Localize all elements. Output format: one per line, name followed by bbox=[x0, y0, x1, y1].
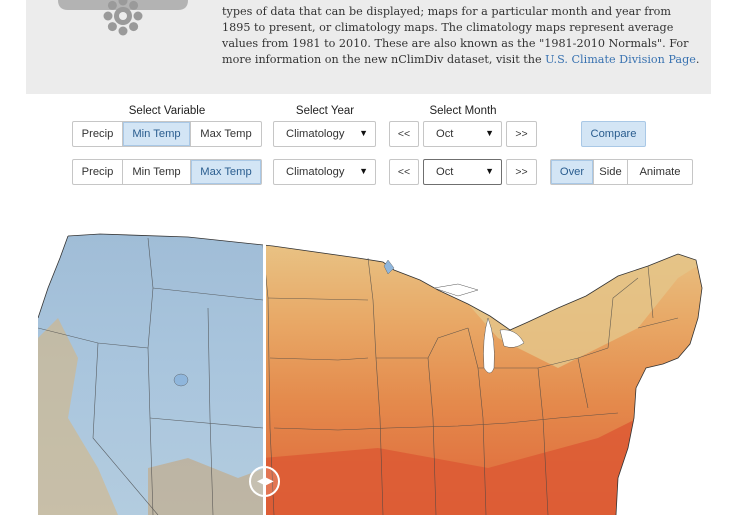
select-variable-label: Select Variable bbox=[128, 105, 206, 117]
year-select-top[interactable]: Climatology ▼ bbox=[273, 121, 376, 147]
year-select-value: Climatology bbox=[286, 128, 345, 140]
next-month-button[interactable]: >> bbox=[506, 159, 537, 185]
precip-option[interactable]: Precip bbox=[73, 160, 123, 184]
caret-down-icon: ▼ bbox=[485, 166, 494, 176]
month-select-value: Oct bbox=[436, 128, 454, 140]
side-mode-option[interactable]: Side bbox=[594, 160, 628, 184]
compare-mode-selector: Over Side Animate bbox=[550, 159, 693, 185]
snowflake-cloud-icon bbox=[58, 0, 188, 36]
animate-mode-option[interactable]: Animate bbox=[628, 160, 692, 184]
arrow-left-icon: ◀ bbox=[257, 476, 265, 487]
caret-down-icon: ▼ bbox=[485, 128, 494, 138]
arrow-right-icon: ▶ bbox=[266, 476, 274, 487]
slider-handle-icon[interactable]: ◀ ▶ bbox=[249, 466, 280, 497]
select-year-label: Select Year bbox=[295, 105, 355, 117]
variable-selector-bottom: Precip Min Temp Max Temp bbox=[72, 159, 262, 185]
precip-option[interactable]: Precip bbox=[73, 122, 123, 146]
variable-selector-top: Precip Min Temp Max Temp bbox=[72, 121, 262, 147]
compare-button[interactable]: Compare bbox=[581, 121, 646, 147]
month-select-value: Oct bbox=[436, 166, 454, 178]
max-temp-option[interactable]: Max Temp bbox=[191, 122, 261, 146]
prev-month-button[interactable]: << bbox=[389, 121, 419, 147]
year-select-value: Climatology bbox=[286, 166, 345, 178]
next-month-button[interactable]: >> bbox=[506, 121, 537, 147]
climate-map[interactable] bbox=[38, 218, 710, 515]
caret-down-icon: ▼ bbox=[359, 128, 368, 138]
min-temp-option[interactable]: Min Temp bbox=[123, 122, 191, 146]
max-temp-option[interactable]: Max Temp bbox=[191, 160, 261, 184]
intro-description: types of data that can be displayed; map… bbox=[222, 5, 700, 66]
caret-down-icon: ▼ bbox=[359, 166, 368, 176]
month-select-top[interactable]: Oct ▼ bbox=[423, 121, 502, 147]
select-month-label: Select Month bbox=[429, 105, 497, 117]
over-mode-option[interactable]: Over bbox=[551, 160, 594, 184]
prev-month-button[interactable]: << bbox=[389, 159, 419, 185]
min-temp-option[interactable]: Min Temp bbox=[123, 160, 191, 184]
year-select-bottom[interactable]: Climatology ▼ bbox=[273, 159, 376, 185]
climate-division-link[interactable]: U.S. Climate Division Page bbox=[545, 53, 696, 66]
intro-panel: types of data that can be displayed; map… bbox=[26, 0, 711, 94]
month-select-bottom[interactable]: Oct ▼ bbox=[423, 159, 502, 185]
